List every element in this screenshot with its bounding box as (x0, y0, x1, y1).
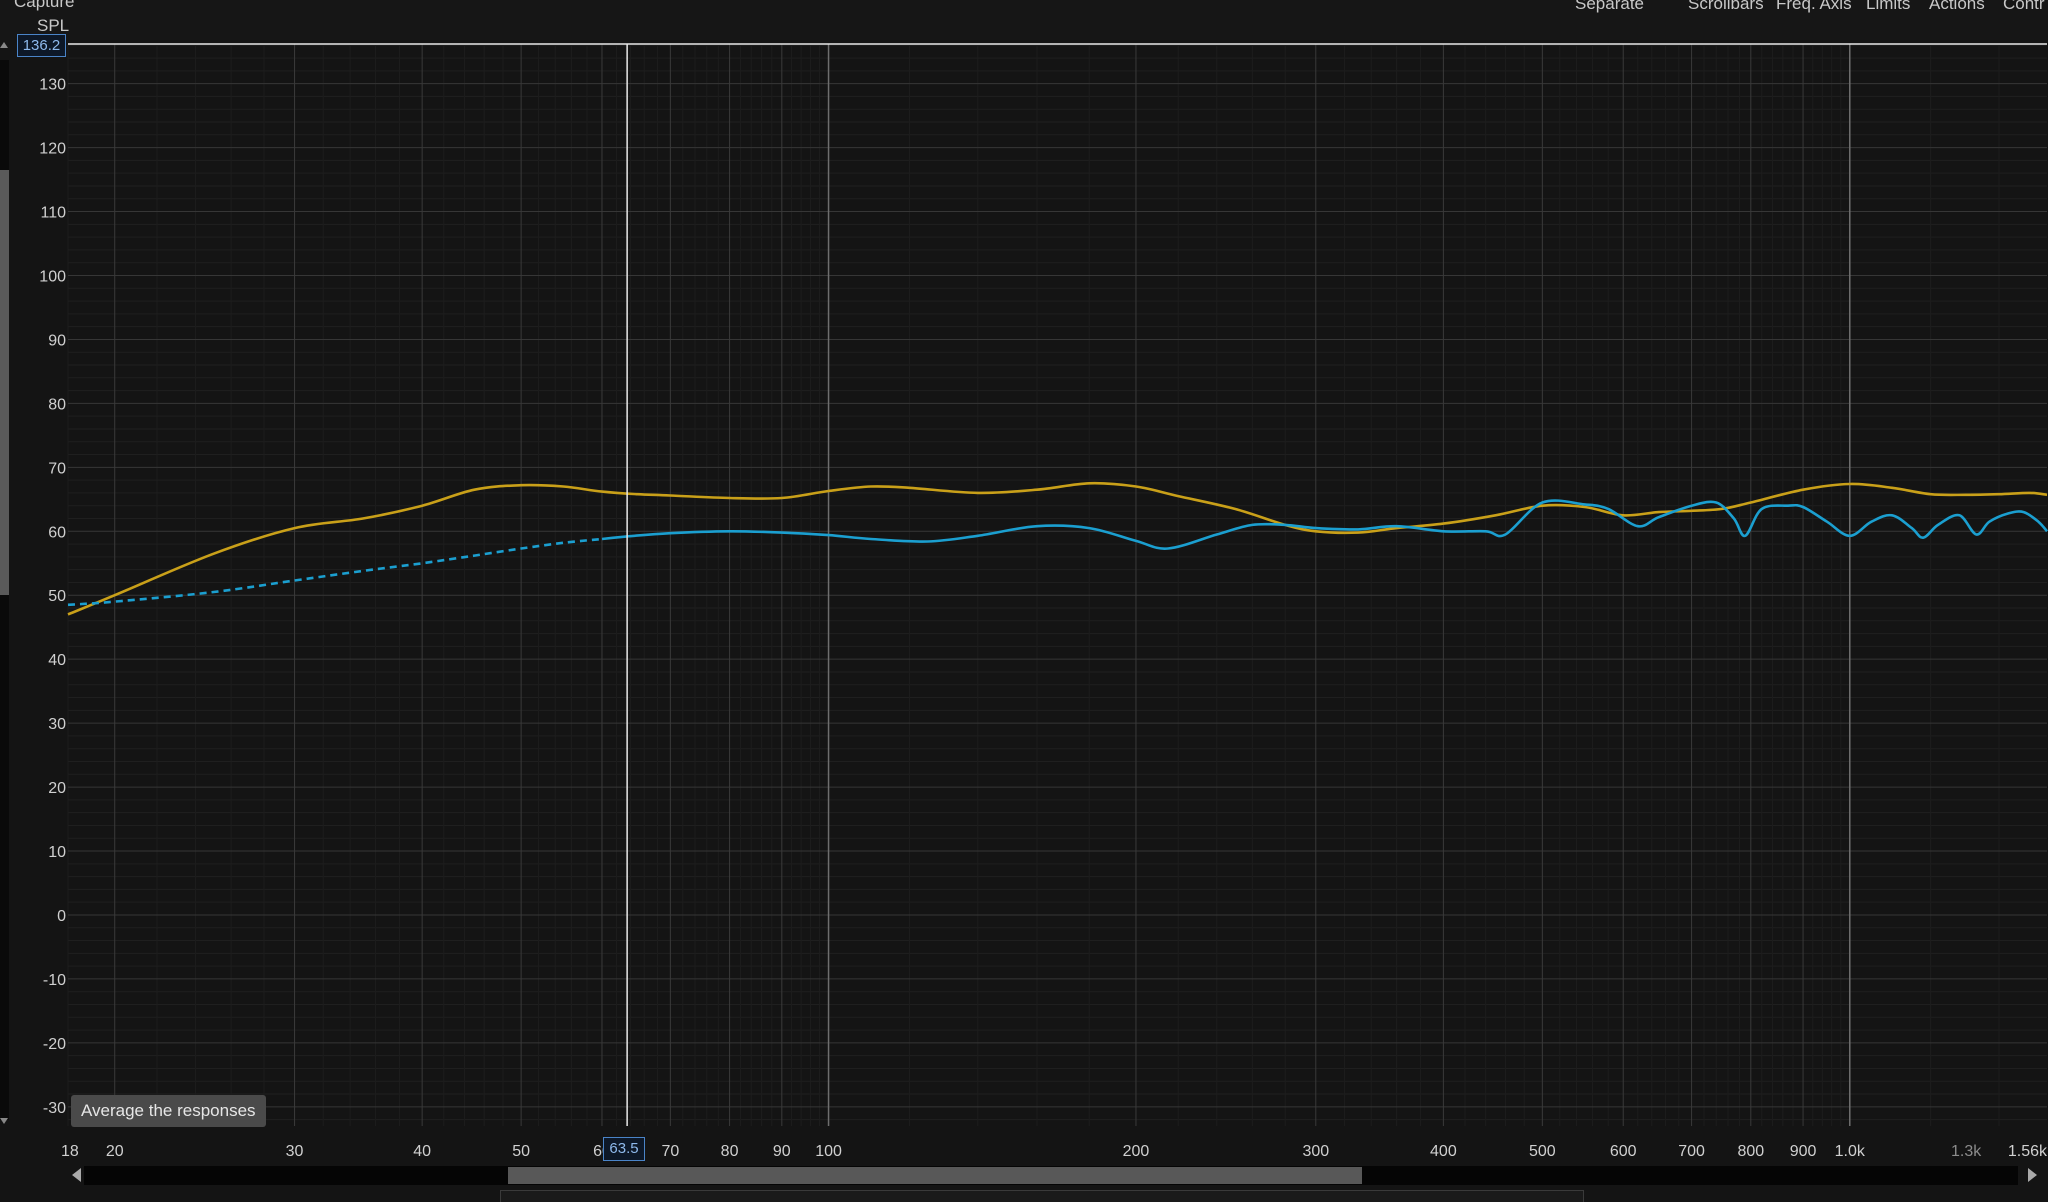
x-tick-label: 600 (1610, 1143, 1637, 1160)
x-tick-label: 400 (1430, 1143, 1457, 1160)
x-tick-label: 70 (661, 1143, 679, 1160)
y-tick-label: 130 (39, 77, 66, 94)
y-tick-label: 20 (48, 780, 66, 797)
y-tick-label: 90 (48, 332, 66, 349)
y-tick-label: 120 (39, 141, 66, 158)
y-tick-label: 50 (48, 588, 66, 605)
y-tick-label: 100 (39, 268, 66, 285)
x-tick-label: 18 (61, 1143, 79, 1160)
y-tick-label: -10 (43, 972, 66, 989)
x-tick-label: 200 (1123, 1143, 1150, 1160)
x-tick-label: 900 (1790, 1143, 1817, 1160)
horizontal-scrollbar-thumb[interactable] (508, 1167, 1362, 1184)
y-axis-ticks: 1301201101009080706050403020100-10-20-30 (39, 77, 66, 1117)
cursor-y-readout: 136.2 (17, 34, 66, 57)
y-tick-label: -30 (43, 1100, 66, 1117)
y-tick-label: 110 (40, 205, 66, 222)
scroll-left-icon[interactable] (72, 1168, 81, 1182)
y-tick-label: 80 (48, 396, 66, 413)
x-tick-label: 800 (1737, 1143, 1764, 1160)
x-axis-ticks: 18 20 30 40 50 60 70 80 90 100 200 300 400 500 600 700 8… (61, 1143, 2048, 1160)
y-tick-label: 0 (57, 908, 66, 925)
y-tick-label: 10 (48, 844, 66, 861)
cursor-x-readout: 63.5 (603, 1137, 645, 1161)
x-tick-label: 80 (721, 1143, 739, 1160)
x-tick-label: 30 (286, 1143, 304, 1160)
x-tick-label: 500 (1529, 1143, 1556, 1160)
y-tick-label: -20 (43, 1036, 66, 1053)
x-tick-label: 40 (413, 1143, 431, 1160)
x-tick-label: 700 (1678, 1143, 1705, 1160)
x-tick-label: 20 (106, 1143, 124, 1160)
bottom-panel (500, 1190, 1584, 1202)
scroll-right-icon[interactable] (2028, 1168, 2037, 1182)
x-tick-label: 1.56k (2008, 1143, 2048, 1160)
plot-area (68, 44, 2047, 1126)
x-tick-label: 1.3k (1951, 1143, 1982, 1160)
x-tick-label: 50 (512, 1143, 530, 1160)
x-tick-label: 90 (773, 1143, 791, 1160)
y-tick-label: 30 (48, 716, 66, 733)
y-tick-label: 70 (48, 460, 66, 477)
x-tick-label: 300 (1302, 1143, 1329, 1160)
tooltip: Average the responses (71, 1095, 266, 1127)
spl-graph[interactable]: 1301201101009080706050403020100-10-20-30… (0, 0, 2048, 1201)
x-tick-label: 1.0k (1835, 1143, 1866, 1160)
y-tick-label: 60 (48, 524, 66, 541)
x-tick-label: 100 (815, 1143, 842, 1160)
y-tick-label: 40 (48, 652, 66, 669)
